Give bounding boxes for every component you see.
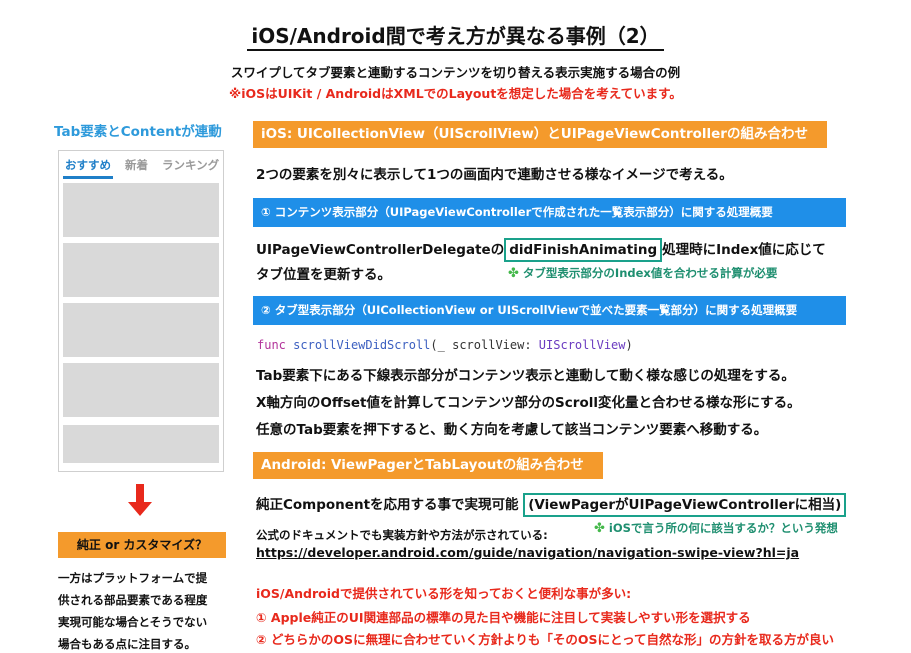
- ios-section1-line1: UIPageViewControllerDelegateの didFinishAn…: [256, 238, 826, 262]
- ios-intro: 2つの要素を別々に表示して1つの画面内で連動させる様なイメージで考える。: [256, 167, 733, 183]
- ios-section1-header: ① コンテンツ表示部分（UIPageViewControllerで作成された一覧…: [253, 198, 846, 227]
- ios-section1-note: ✤ タブ型表示部分のIndex値を合わせる計算が必要: [508, 266, 778, 281]
- tab-bar: おすすめ 新着 ランキング: [63, 157, 221, 179]
- content-card: [63, 183, 219, 237]
- phone-mockup: おすすめ 新着 ランキング: [58, 150, 224, 472]
- tab-new[interactable]: 新着: [123, 157, 150, 179]
- ios-section2-line: X軸方向のOffset値を計算してコンテンツ部分のScroll変化量と合わせる様…: [256, 395, 801, 411]
- page-title: iOS/Android間で考え方が異なる事例（2）: [0, 20, 911, 51]
- ios-section2-line: Tab要素下にある下線表示部分がコンテンツ表示と連動して動く様な感じの処理をする…: [256, 368, 795, 384]
- android-header: Android: ViewPagerとTabLayoutの組み合わせ: [253, 452, 603, 479]
- ios-header: iOS: UICollectionView（UIScrollView）とUIPa…: [253, 121, 827, 148]
- ios-section2-line: 任意のTab要素を押下すると、動く方向を考慮して該当コンテンツ要素へ移動する。: [256, 422, 768, 438]
- content-card: [63, 303, 219, 357]
- tab-recommended[interactable]: おすすめ: [63, 157, 113, 179]
- tip-item: ① Apple純正のUI関連部品の標準の見た目や機能に注目して実装しやすい形を選…: [256, 610, 751, 625]
- content-card: [63, 243, 219, 297]
- content-card: [63, 425, 219, 463]
- ios-section1-line2: タブ位置を更新する。: [256, 267, 391, 283]
- tip-item: ② どちらかのOSに無理に合わせていく方針よりも「そのOSにとって自然な形」の方…: [256, 632, 834, 647]
- down-arrow-icon: [136, 484, 144, 504]
- tab-ranking[interactable]: ランキング: [160, 157, 221, 179]
- viewpager-highlight: (ViewPagerがUIPageViewControllerに相当): [523, 493, 847, 517]
- clover-icon: ✤: [508, 266, 519, 281]
- content-card: [63, 363, 219, 417]
- down-arrow-head-icon: [128, 502, 152, 516]
- android-docs-link[interactable]: https://developer.android.com/guide/navi…: [256, 545, 799, 560]
- code-snippet: func scrollViewDidScroll(_ scrollView: U…: [257, 338, 633, 352]
- clover-icon: ✤: [594, 521, 605, 536]
- page-subtitle: スワイプしてタブ要素と連動するコンテンツを切り替える表示実施する場合の例: [230, 65, 681, 80]
- assumption-note: ※iOSはUIKit / AndroidはXMLでのLayoutを想定した場合を…: [229, 86, 682, 101]
- left-heading: Tab要素とContentが連動: [54, 124, 222, 140]
- decision-label: 純正 or カスタマイズ？: [58, 532, 226, 558]
- android-docs-note: ✤ iOSで言う所の何に該当するか？という発想: [594, 521, 838, 536]
- left-paragraph: 一方はプラットフォームで提 供される部品要素である程度 実現可能な場合とそうでな…: [58, 571, 208, 651]
- android-line1: 純正Componentを応用する事で実現可能 (ViewPagerがUIPage…: [256, 493, 847, 517]
- ios-section2-header: ② タブ型表示部分（UICollectionView or UIScrollVi…: [253, 296, 846, 325]
- did-finish-animating-highlight: didFinishAnimating: [504, 238, 663, 262]
- android-docs-text: 公式のドキュメントでも実装方針や方法が示されている:: [256, 528, 548, 542]
- tips-heading: iOS/Androidで提供されている形を知っておくと便利な事が多い:: [256, 586, 632, 601]
